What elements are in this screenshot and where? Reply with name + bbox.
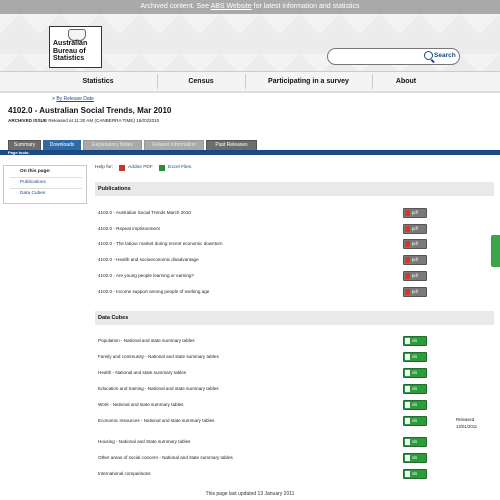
tab-downloads[interactable]: Downloads: [43, 140, 81, 150]
tab-summary[interactable]: Summary: [8, 140, 41, 150]
data-cube-item: Population - National and state summary …: [98, 338, 195, 343]
tab-related-information[interactable]: Related Information: [144, 140, 204, 150]
pdf-icon: [405, 241, 410, 247]
publication-item: 4102.0 - Are young people learning or ea…: [98, 273, 195, 278]
pdf-download-button[interactable]: pdf: [403, 271, 427, 281]
pdf-download-button[interactable]: pdf: [403, 239, 427, 249]
adobe-pdf-help-link[interactable]: Adobe PDF: [128, 165, 153, 170]
pdf-icon: [405, 257, 410, 263]
on-this-page-title: On this page:: [20, 169, 51, 174]
publications-title: Publications: [98, 186, 131, 192]
pdf-icon: [405, 210, 410, 216]
publication-item: 4102.0 - Repeat imprisonment: [98, 226, 160, 231]
feedback-side-tab[interactable]: [491, 235, 500, 267]
data-cubes-header: Data Cubes: [95, 311, 494, 325]
xls-download-button[interactable]: xls: [403, 352, 427, 362]
excel-help-link[interactable]: Excel Files.: [168, 165, 193, 170]
pdf-icon: [405, 289, 410, 295]
excel-icon: [405, 402, 410, 408]
released-note: Released 13/01/2011: [456, 416, 477, 430]
excel-icon: [159, 165, 165, 171]
search-button[interactable]: Search: [434, 52, 456, 59]
divider: [10, 188, 82, 189]
excel-icon: [405, 338, 410, 344]
link-data-cubes[interactable]: Data Cubes: [20, 191, 45, 196]
page-title: 4102.0 - Australian Social Trends, Mar 2…: [8, 106, 172, 115]
data-cube-item: International comparisons: [98, 471, 151, 476]
data-cube-item: Family and community - National and stat…: [98, 354, 219, 359]
excel-icon: [405, 354, 410, 360]
excel-icon: [405, 418, 410, 424]
archived-issue-label: ARCHIVED ISSUE: [8, 118, 48, 123]
breadcrumb: > By Release Date: [52, 96, 94, 102]
on-this-page-box: On this page: Publications Data Cubes: [3, 165, 87, 204]
released-date: 13/01/2011: [456, 424, 478, 429]
pdf-download-button[interactable]: pdf: [403, 224, 427, 234]
xls-download-button[interactable]: xls: [403, 437, 427, 447]
nav-about[interactable]: About: [372, 72, 440, 91]
pdf-download-button[interactable]: pdf: [403, 208, 427, 218]
xls-download-button[interactable]: xls: [403, 469, 427, 479]
nav-participating[interactable]: Participating in a survey: [245, 72, 372, 91]
publications-header: Publications: [95, 182, 494, 196]
released-label: Released: [456, 417, 475, 422]
excel-icon: [405, 471, 410, 477]
xls-download-button[interactable]: xls: [403, 453, 427, 463]
search-icon[interactable]: [424, 51, 433, 60]
release-info: ARCHIVED ISSUE Released at 11:30 AM (CAN…: [8, 118, 159, 123]
xls-download-button[interactable]: xls: [403, 400, 427, 410]
pdf-icon: [405, 273, 410, 279]
pdf-download-button[interactable]: pdf: [403, 255, 427, 265]
xls-download-button[interactable]: xls: [403, 368, 427, 378]
banner-suffix: for latest information and statistics: [251, 3, 360, 10]
xls-download-button[interactable]: xls: [403, 336, 427, 346]
excel-icon: [405, 386, 410, 392]
tab-explanatory-notes[interactable]: Explanatory Notes: [83, 140, 142, 150]
xls-download-button[interactable]: xls: [403, 416, 427, 426]
data-cube-item: Economic resources - National and state …: [98, 418, 215, 423]
pdf-icon: [119, 165, 125, 171]
publication-item: 4102.0 - Health and socioeconomic disadv…: [98, 257, 199, 262]
data-cube-item: Work - National and state summary tables: [98, 402, 184, 407]
data-cube-item: Health - National and state summary tabl…: [98, 370, 187, 375]
banner-prefix: Archived content. See: [140, 3, 211, 10]
abs-logo[interactable]: Australian Bureau of Statistics: [49, 26, 102, 68]
logo-text: Australian Bureau of Statistics: [53, 40, 88, 62]
main-nav: Statistics Census Participating in a sur…: [0, 71, 500, 93]
publication-item: 4102.0 - The labour market during recent…: [98, 241, 223, 246]
breadcrumb-arrow: >: [52, 96, 55, 102]
link-publications[interactable]: Publications: [20, 180, 46, 185]
data-cubes-title: Data Cubes: [98, 315, 129, 321]
nav-census[interactable]: Census: [157, 72, 245, 91]
excel-icon: [405, 370, 410, 376]
archived-banner: Archived content. See ABS Website for la…: [0, 0, 500, 14]
xls-download-button[interactable]: xls: [403, 384, 427, 394]
release-date-text: Released at 11:30 AM (CANBERRA TIME) 16/…: [47, 118, 160, 123]
tab-past-releases[interactable]: Past Releases: [206, 140, 257, 150]
pdf-icon: [405, 226, 410, 232]
page-tools-label: Page tools:: [8, 150, 30, 155]
abs-website-link[interactable]: ABS Website: [211, 3, 252, 10]
data-cube-item: Housing - National and State summary tab…: [98, 439, 191, 444]
help-for-label: Help for:: [95, 165, 114, 170]
data-cube-item: Education and training - National and st…: [98, 386, 219, 391]
publication-item: 4102.0 - Income support among people of …: [98, 289, 210, 294]
pdf-download-button[interactable]: pdf: [403, 287, 427, 297]
excel-icon: [405, 439, 410, 445]
excel-icon: [405, 455, 410, 461]
divider: [10, 177, 82, 178]
page-tools-bar: [0, 150, 500, 155]
publication-item: 4102.0 - Australian Social Trends March …: [98, 210, 191, 215]
footer-updated: This page last updated 13 January 2011: [205, 491, 295, 497]
data-cube-item: Other areas of social concern - National…: [98, 455, 233, 460]
breadcrumb-by-release-date[interactable]: By Release Date: [56, 96, 94, 102]
